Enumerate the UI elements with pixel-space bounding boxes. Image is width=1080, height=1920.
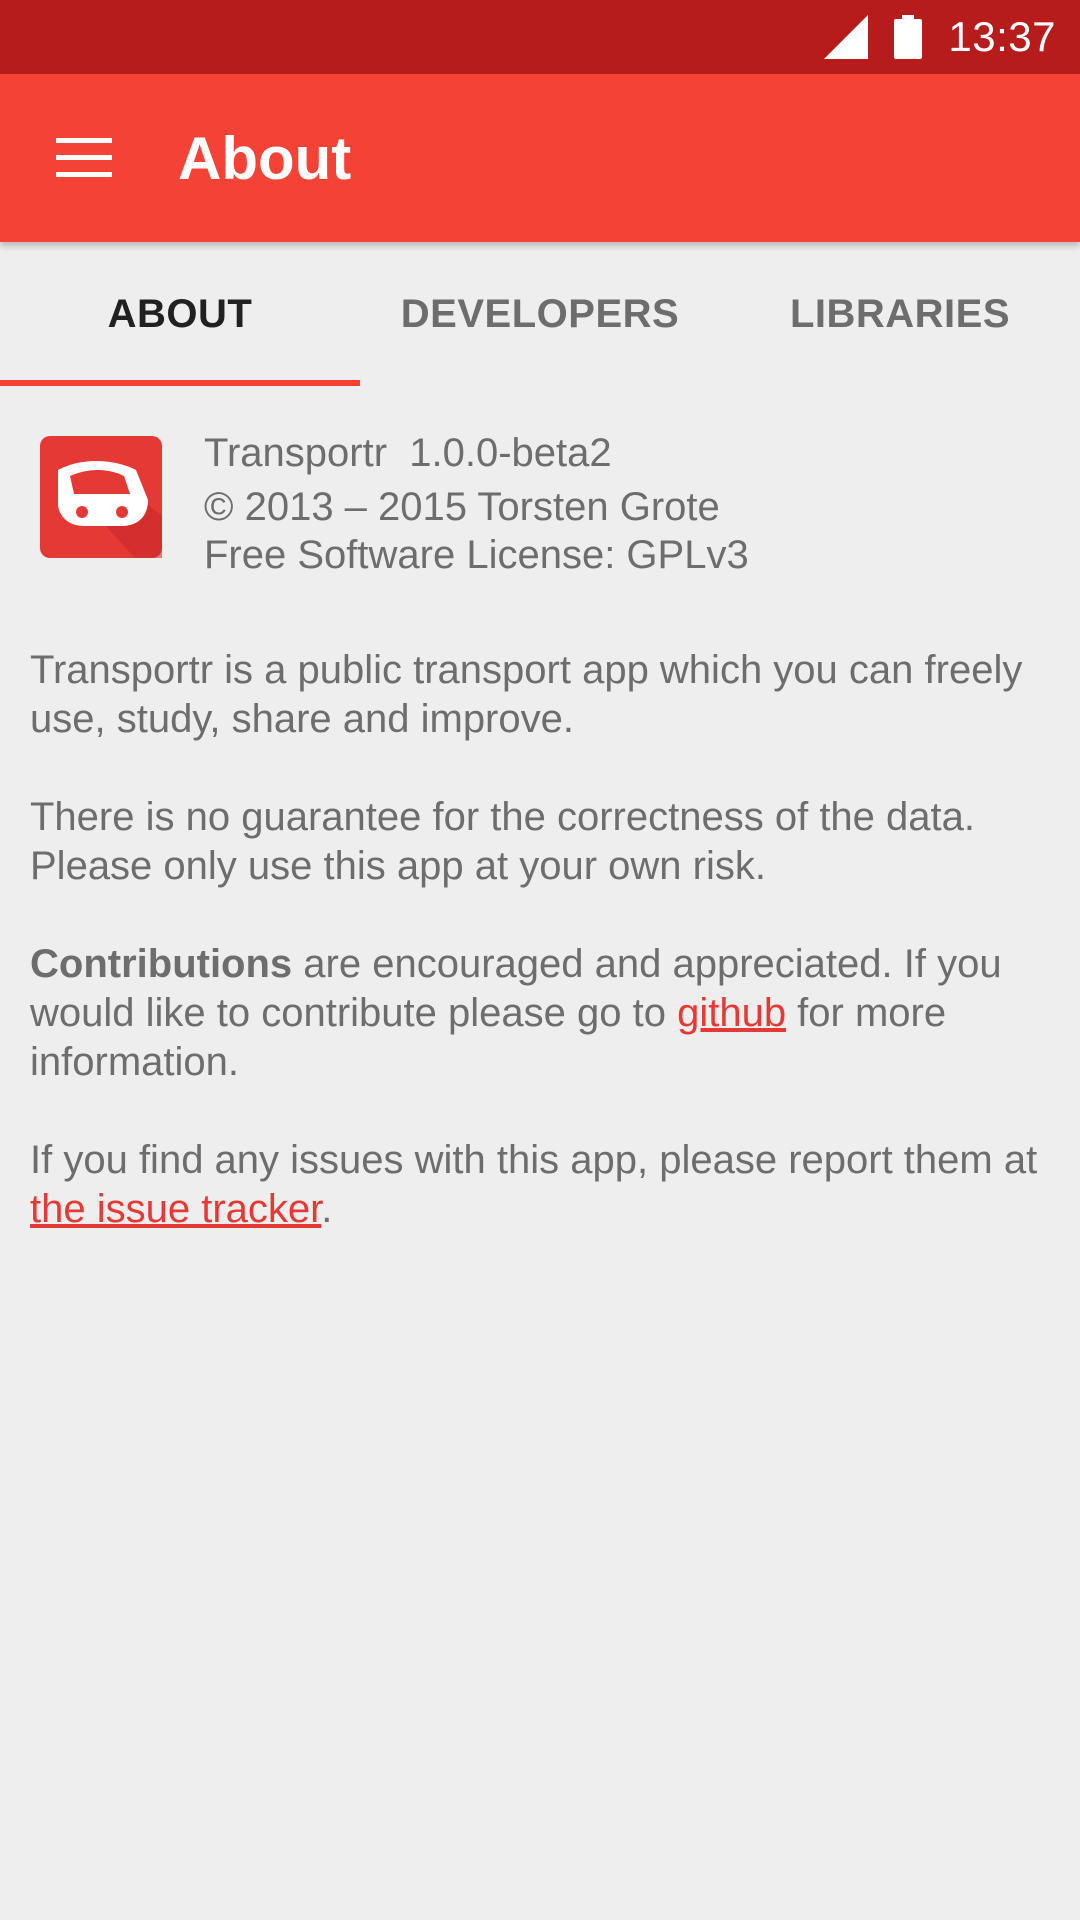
app-name-version: Transportr 1.0.0-beta2 [204,431,612,475]
cell-signal-icon [824,15,869,59]
app-copyright: © 2013 – 2015 Torsten Grote [204,485,720,529]
transportr-logo-icon [40,436,162,558]
tab-developers[interactable]: DEVELOPERS [360,242,720,386]
issues-paragraph: If you find any issues with this app, pl… [30,1136,1050,1234]
issues-text: If you find any issues with this app, pl… [30,1138,1038,1182]
about-content: Transportr 1.0.0-beta2 © 2013 – 2015 Tor… [0,386,1080,1231]
github-link[interactable]: github [677,991,786,1035]
hamburger-menu-icon [56,138,112,177]
app-toolbar: About [0,74,1080,242]
status-time: 13:37 [948,13,1056,60]
issues-text-end: . [321,1187,333,1231]
description-paragraph: Transportr is a public transport app whi… [30,648,1023,741]
contributions-heading: Contributions [30,942,293,986]
status-bar: 13:37 [0,0,1080,74]
disclaimer-paragraph: There is no guarantee for the correctnes… [30,795,975,888]
page-title: About [178,124,352,192]
about-text: Transportr is a public transport app whi… [30,646,1050,1283]
app-info: Transportr 1.0.0-beta2 © 2013 – 2015 Tor… [204,426,749,582]
app-license: Free Software License: GPLv3 [204,533,749,577]
tab-bar: ABOUT DEVELOPERS LIBRARIES [0,242,1080,386]
contributions-paragraph: Contributions are encouraged and appreci… [30,940,1050,1087]
battery-icon [894,15,923,59]
issue-tracker-link[interactable]: the issue tracker [30,1187,321,1231]
navigation-menu-button[interactable] [42,116,126,200]
tab-libraries[interactable]: LIBRARIES [720,242,1080,386]
app-header: Transportr 1.0.0-beta2 © 2013 – 2015 Tor… [0,386,1080,586]
tab-about[interactable]: ABOUT [0,242,360,386]
